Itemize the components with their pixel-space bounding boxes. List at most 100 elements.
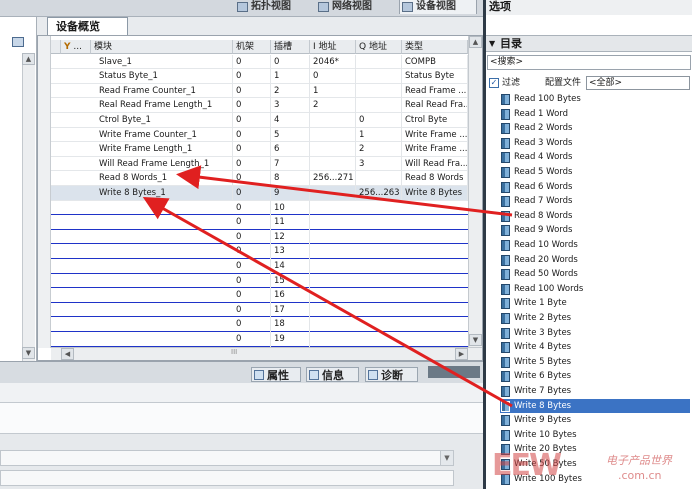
cell-module: Read Frame Counter_1 <box>91 83 233 99</box>
table-row[interactable]: Will Read Frame Length_1 0 7 3 Will Read Fra… <box>51 156 468 172</box>
left-vertical-scrollbar[interactable]: ▲ ▼ <box>22 53 35 371</box>
table-row-empty[interactable]: 0 18 <box>51 317 468 332</box>
catalog-item[interactable]: Read 1 Word <box>500 107 690 122</box>
table-row[interactable]: Real Read Frame Length_1 0 3 2 Real Read Fra… <box>51 98 468 113</box>
profile-select[interactable]: <全部> <box>586 76 690 90</box>
catalog-item[interactable]: Read 3 Words <box>500 136 690 151</box>
hscroll-thumb-grip[interactable]: III <box>231 348 237 356</box>
tab-topology-view[interactable]: 拓扑视图 <box>235 0 303 14</box>
scroll-down-button[interactable]: ▼ <box>22 347 35 359</box>
module-icon <box>501 313 510 324</box>
catalog-item[interactable]: Write 20 Bytes <box>500 442 690 457</box>
tab-properties[interactable]: 属性 <box>251 367 301 382</box>
catalog-item[interactable]: Read 4 Words <box>500 150 690 165</box>
cell-q-address <box>356 98 402 113</box>
catalog-item[interactable]: Write 50 Bytes <box>500 457 690 472</box>
tab-device-view[interactable]: 设备视图 <box>399 0 477 14</box>
module-icon <box>501 137 510 149</box>
table-row-empty[interactable]: 0 13 <box>51 244 468 259</box>
header-module-label: 模块 <box>94 42 113 52</box>
table-row[interactable]: Write Frame Length_1 0 6 2 Write Frame ... <box>51 142 468 157</box>
table-horizontal-scrollbar[interactable]: ◀ III ▶ <box>51 347 482 360</box>
table-row-empty[interactable]: 0 17 <box>51 302 468 318</box>
cell-slot: 17 <box>271 302 310 318</box>
cell-slot: 3 <box>271 98 310 113</box>
inspector-dropdown-field[interactable] <box>0 450 454 466</box>
table-row[interactable]: Read 8 Words_1 0 8 256...271 Read 8 Words <box>51 171 468 186</box>
table-vertical-scrollbar[interactable]: ▲ ▼ <box>468 36 482 348</box>
catalog-item-label: Read 7 Words <box>514 196 573 207</box>
catalog-item[interactable]: Write 100 Bytes <box>500 472 690 487</box>
catalog-item[interactable]: Read 6 Words <box>500 180 690 195</box>
tab-info[interactable]: 信息 <box>306 367 359 382</box>
catalog-item[interactable]: Read 5 Words <box>500 165 690 180</box>
catalog-item-label: Read 100 Bytes <box>514 94 581 104</box>
table-row-empty[interactable]: 0 12 <box>51 229 468 245</box>
catalog-item[interactable]: Read 20 Words <box>500 253 690 268</box>
catalog-item[interactable]: Write 9 Bytes <box>500 413 690 428</box>
table-row[interactable]: Read Frame Counter_1 0 2 1 Read Frame ... <box>51 83 468 99</box>
cell-slot: 16 <box>271 288 310 303</box>
catalog-item[interactable]: Write 5 Bytes <box>500 355 690 370</box>
catalog-item[interactable]: Read 100 Bytes <box>500 92 690 107</box>
catalog-item[interactable]: Write 7 Bytes <box>500 384 690 399</box>
header-module[interactable]: 模块 <box>91 40 233 54</box>
tab-device-overview[interactable]: 设备概览 <box>47 17 128 35</box>
table-row[interactable]: Write 8 Bytes_1 0 9 256...263 Write 8 Bytes <box>51 186 468 201</box>
cell-slot: 0 <box>271 54 310 70</box>
table-row-empty[interactable]: 0 14 <box>51 259 468 274</box>
table-row-empty[interactable]: 0 10 <box>51 200 468 216</box>
inspector-window-controls[interactable] <box>428 366 480 378</box>
table-scroll-left-button[interactable]: ◀ <box>61 348 74 360</box>
catalog-item[interactable]: Read 50 Words <box>500 267 690 282</box>
table-row[interactable]: Write Frame Counter_1 0 5 1 Write Frame ... <box>51 127 468 143</box>
topology-icon <box>237 2 248 12</box>
inspector-text-field[interactable] <box>0 470 454 486</box>
table-row[interactable]: Status Byte_1 0 1 0 Status Byte <box>51 69 468 84</box>
table-scroll-right-button[interactable]: ▶ <box>455 348 468 360</box>
catalog-item[interactable]: Write 1 Byte <box>500 296 690 311</box>
panel-toggle-icon[interactable] <box>12 37 24 47</box>
table-row-empty[interactable]: 0 11 <box>51 215 468 230</box>
header-i-address[interactable]: I 地址 <box>310 40 356 54</box>
cell-rack: 0 <box>233 259 271 274</box>
header-type[interactable]: 类型 <box>402 40 468 54</box>
header-rack-label: 机架 <box>236 42 255 52</box>
table-row-empty[interactable]: 0 16 <box>51 288 468 303</box>
catalog-item[interactable]: Read 7 Words <box>500 194 690 209</box>
catalog-item-label: Write 7 Bytes <box>514 386 572 396</box>
cell-type: Write Frame ... <box>402 142 468 157</box>
scroll-up-button[interactable]: ▲ <box>22 53 35 65</box>
module-icon <box>501 254 510 266</box>
catalog-item[interactable]: Read 2 Words <box>500 121 690 136</box>
catalog-search-input[interactable]: <搜索> <box>487 55 691 70</box>
tab-network-view[interactable]: 网络视图 <box>316 0 386 14</box>
catalog-item[interactable]: Write 8 Bytes <box>500 398 690 414</box>
catalog-item[interactable]: Read 100 Words <box>500 282 690 297</box>
table-scroll-up-button[interactable]: ▲ <box>469 36 482 48</box>
header-filter[interactable]: Y ... <box>61 40 91 54</box>
catalog-item[interactable]: Read 10 Words <box>500 238 690 253</box>
table-row-empty[interactable]: 0 19 <box>51 332 468 347</box>
header-slot[interactable]: 插槽 <box>271 40 310 54</box>
cell-slot: 4 <box>271 113 310 128</box>
catalog-item[interactable]: Write 4 Bytes <box>500 340 690 355</box>
table-scroll-down-button[interactable]: ▼ <box>469 334 482 346</box>
catalog-section-header[interactable]: ▼ 目录 <box>486 35 692 52</box>
catalog-item[interactable]: Read 9 Words <box>500 223 690 238</box>
table-row-empty[interactable]: 0 15 <box>51 273 468 289</box>
catalog-item[interactable]: Read 8 Words <box>500 209 690 224</box>
catalog-item[interactable]: Write 3 Bytes <box>500 326 690 341</box>
catalog-search-placeholder: <搜索> <box>490 57 524 67</box>
catalog-item[interactable]: Write 2 Bytes <box>500 311 690 326</box>
table-row[interactable]: Slave_1 0 0 2046* COMPB <box>51 54 468 70</box>
header-q-address[interactable]: Q 地址 <box>356 40 402 54</box>
tab-diagnostics[interactable]: 诊断 <box>365 367 418 382</box>
table-row[interactable]: Ctrol Byte_1 0 4 0 Ctrol Byte <box>51 113 468 128</box>
cell-slot: 11 <box>271 215 310 230</box>
dropdown-arrow-icon[interactable]: ▼ <box>440 451 453 465</box>
catalog-item[interactable]: Write 10 Bytes <box>500 428 690 443</box>
header-rack[interactable]: 机架 <box>233 40 271 54</box>
filter-checkbox[interactable]: ✓ <box>489 78 499 88</box>
catalog-item[interactable]: Write 6 Bytes <box>500 369 690 384</box>
